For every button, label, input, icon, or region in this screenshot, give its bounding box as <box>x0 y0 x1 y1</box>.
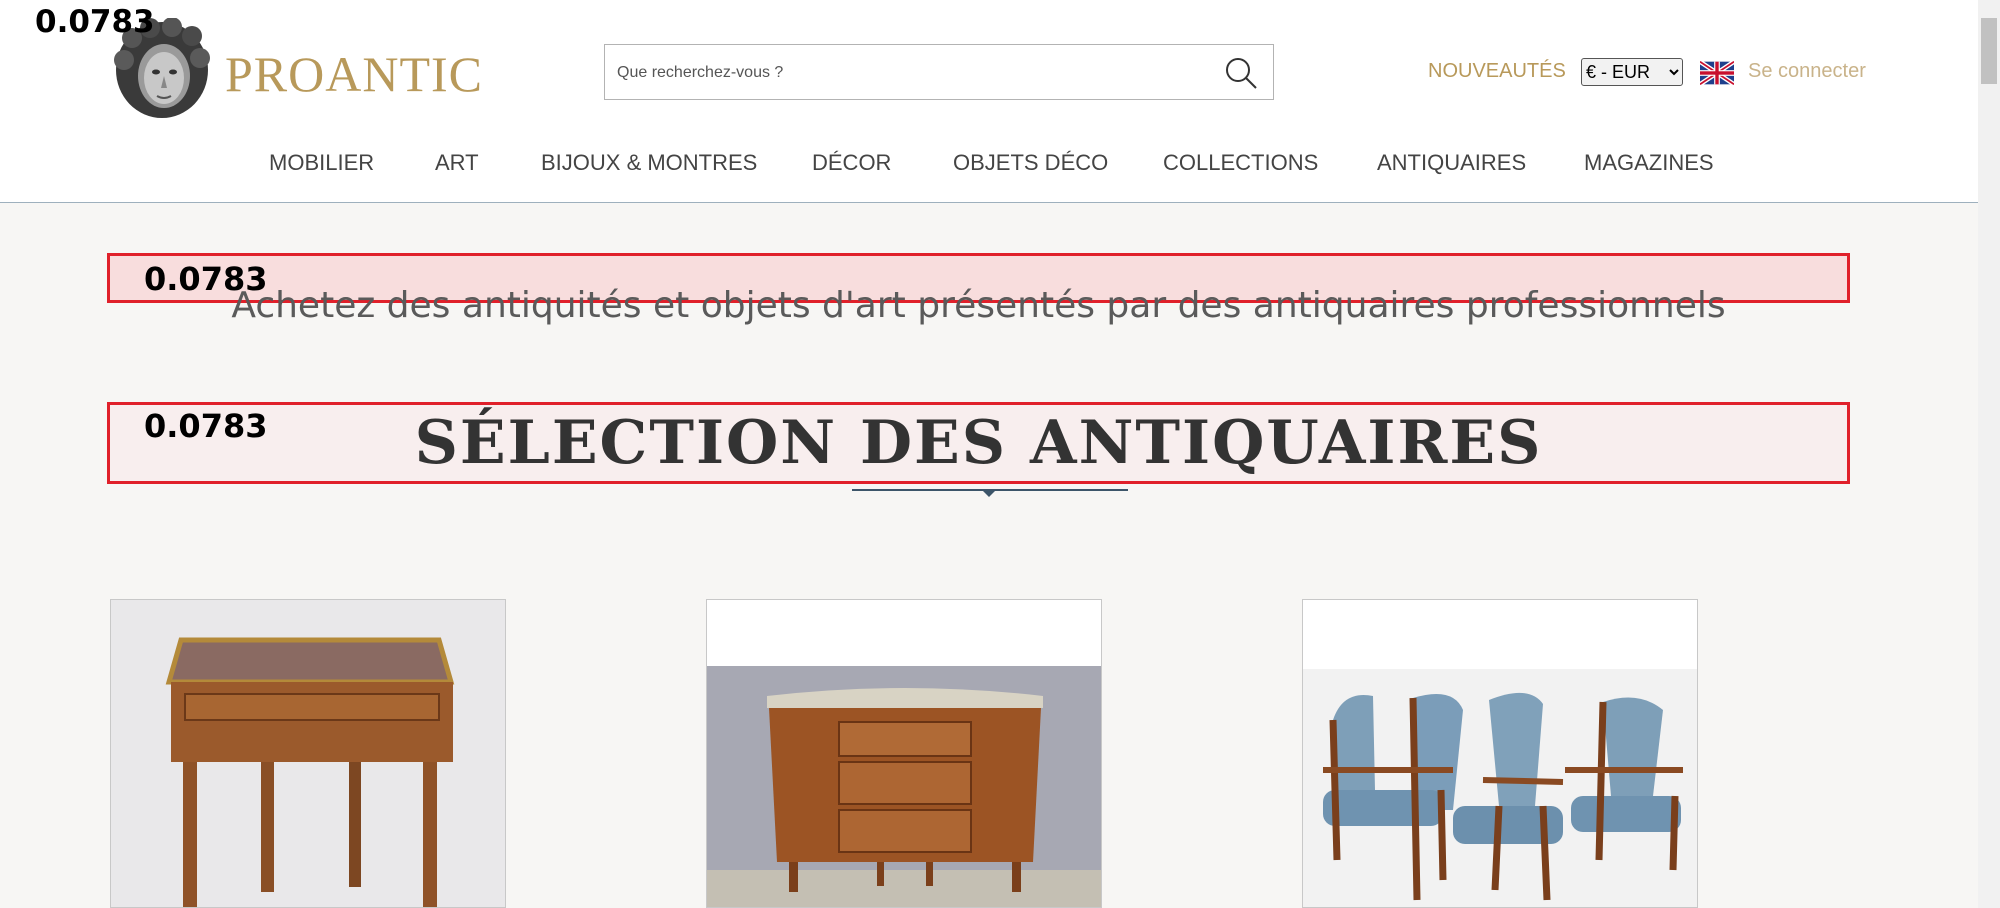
login-link[interactable]: Se connecter <box>1748 60 1866 83</box>
scrollbar-track[interactable] <box>1978 0 2000 908</box>
search-bar <box>604 44 1274 101</box>
search-icon[interactable] <box>1223 55 1259 91</box>
new-arrivals-link[interactable]: NOUVEAUTÉS <box>1428 60 1566 83</box>
main-nav: MOBILIER ART BIJOUX & MONTRES DÉCOR OBJE… <box>0 150 1978 180</box>
tagline-text: Achetez des antiquités et objets d'art p… <box>231 285 1726 327</box>
uk-flag-icon[interactable] <box>1700 61 1734 85</box>
nav-item-bijoux-montres[interactable]: BIJOUX & MONTRES <box>541 150 757 176</box>
section-heading: 0.0783 SÉLECTION DES ANTIQUAIRES <box>107 402 1850 484</box>
product-card[interactable] <box>110 599 506 908</box>
scrollbar-thumb[interactable] <box>1981 18 1997 84</box>
product-card[interactable] <box>1302 599 1698 908</box>
nav-item-objets-deco[interactable]: OBJETS DÉCO <box>953 150 1108 176</box>
nav-item-art[interactable]: ART <box>435 150 479 176</box>
nav-item-decor[interactable]: DÉCOR <box>812 150 891 176</box>
nav-item-antiquaires[interactable]: ANTIQUAIRES <box>1377 150 1526 176</box>
section-title: SÉLECTION DES ANTIQUAIRES <box>414 408 1543 478</box>
product-card[interactable] <box>706 599 1102 908</box>
commode-image <box>707 600 1101 907</box>
nav-item-collections[interactable]: COLLECTIONS <box>1163 150 1318 176</box>
armchairs-image <box>1303 600 1697 907</box>
side-table-image <box>111 600 505 907</box>
score-badge: 0.0783 <box>35 4 155 40</box>
nav-item-magazines[interactable]: MAGAZINES <box>1584 150 1714 176</box>
nav-item-mobilier[interactable]: MOBILIER <box>269 150 374 176</box>
brand-name[interactable]: PROANTIC <box>225 45 483 103</box>
tagline-banner: 0.0783 Achetez des antiquités et objets … <box>107 253 1850 326</box>
divider-arrow-icon <box>982 490 996 497</box>
site-header: 0.0783 PROANTIC NOUVEAUTÉS € - EUR Se co… <box>0 0 1978 203</box>
currency-select[interactable]: € - EUR <box>1581 58 1683 86</box>
search-input[interactable] <box>615 45 1199 101</box>
